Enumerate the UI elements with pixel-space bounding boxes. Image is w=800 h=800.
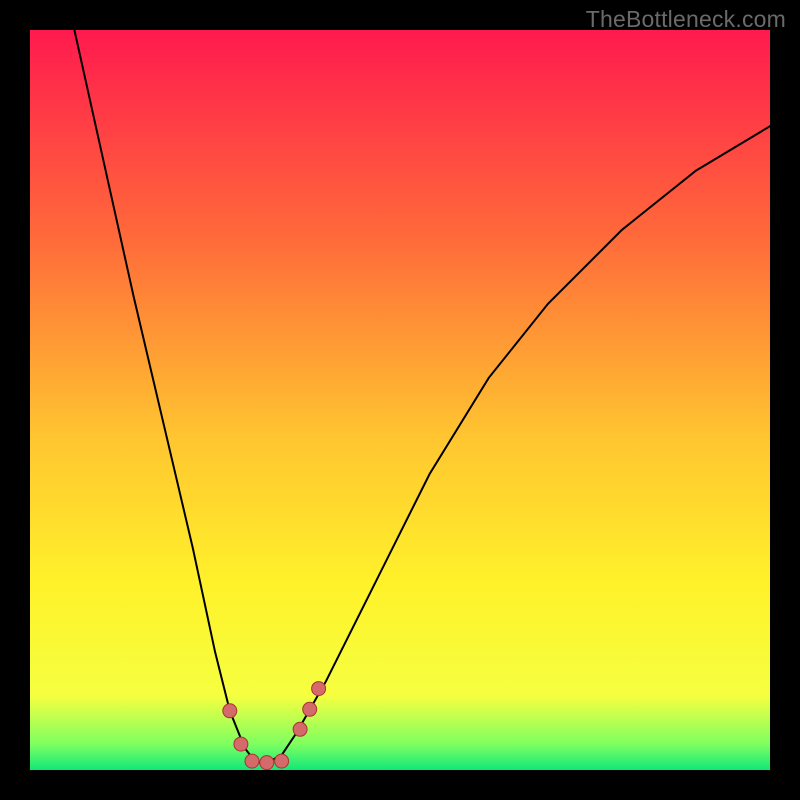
watermark-text: TheBottleneck.com xyxy=(586,6,786,33)
data-marker xyxy=(223,704,237,718)
data-marker xyxy=(312,682,326,696)
data-marker xyxy=(303,702,317,716)
plot-background xyxy=(30,30,770,770)
chart-stage: TheBottleneck.com xyxy=(0,0,800,800)
data-marker xyxy=(275,754,289,768)
bottleneck-chart xyxy=(0,0,800,800)
data-marker xyxy=(293,722,307,736)
data-marker xyxy=(245,754,259,768)
data-marker xyxy=(260,756,274,770)
data-marker xyxy=(234,737,248,751)
